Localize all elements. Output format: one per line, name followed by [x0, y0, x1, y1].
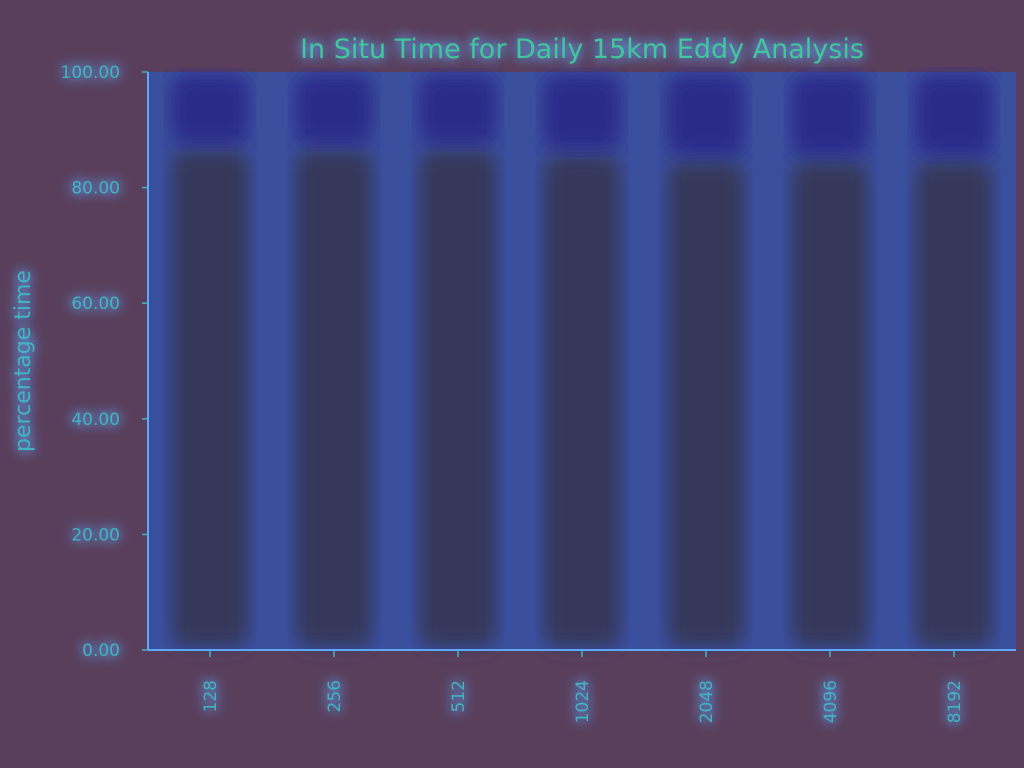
y-tick-label: 40.00 — [71, 410, 120, 430]
y-tick-label: 20.00 — [71, 525, 120, 545]
x-tick-label: 1024 — [573, 680, 593, 723]
bar-upper-256 — [295, 75, 373, 145]
bar-lower-4096 — [791, 161, 869, 647]
y-axis-label: percentage time — [11, 270, 36, 452]
bar-upper-128 — [171, 75, 249, 145]
bar-lower-2048 — [667, 161, 745, 647]
x-tick-label: 512 — [449, 680, 469, 712]
bar-lower-1024 — [543, 155, 621, 648]
y-tick-label: 100.00 — [61, 63, 120, 83]
bar-lower-256 — [295, 150, 373, 647]
bar-upper-2048 — [667, 75, 745, 156]
chart: 0.00 20.00 40.00 60.00 80.00 100.00 128 256 512… — [11, 34, 1016, 723]
bar-upper-4096 — [791, 75, 869, 156]
x-tick-label: 256 — [325, 680, 345, 712]
x-tick-label: 128 — [201, 680, 221, 712]
bar-upper-1024 — [543, 75, 621, 150]
y-tick-label: 60.00 — [71, 294, 120, 314]
y-tick-label: 0.00 — [82, 641, 120, 661]
bar-lower-8192 — [915, 161, 993, 647]
y-tick-labels: 0.00 20.00 40.00 60.00 80.00 100.00 — [61, 63, 148, 661]
x-tick-labels: 128 256 512 1024 2048 4096 8192 — [201, 650, 965, 723]
chart-title: In Situ Time for Daily 15km Eddy Analysi… — [300, 34, 864, 65]
bar-lower-512 — [419, 150, 497, 647]
bar-lower-128 — [171, 150, 249, 647]
y-tick-label: 80.00 — [71, 179, 120, 199]
x-tick-label: 2048 — [697, 680, 717, 723]
bar-upper-8192 — [915, 75, 993, 156]
x-tick-label: 4096 — [821, 680, 841, 723]
x-tick-label: 8192 — [945, 680, 965, 723]
bar-upper-512 — [419, 75, 497, 145]
